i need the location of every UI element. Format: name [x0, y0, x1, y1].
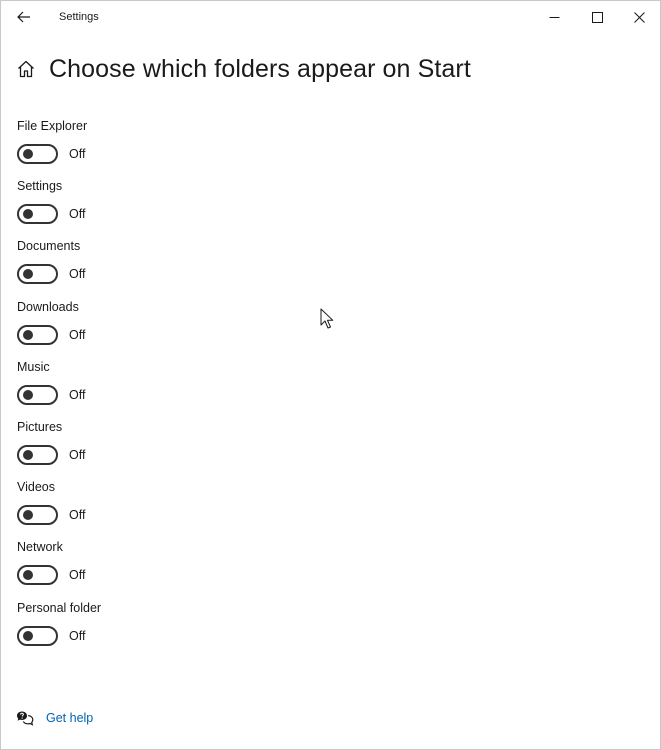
pictures-toggle[interactable]	[17, 444, 58, 465]
toggle-knob	[23, 570, 33, 581]
arrow-left-icon	[17, 11, 30, 23]
window-title: Settings	[59, 11, 99, 23]
get-help-link[interactable]: Get help	[46, 711, 93, 725]
close-icon	[633, 11, 645, 23]
setting-label: Documents	[17, 239, 81, 254]
toggle-knob	[23, 449, 33, 460]
toggle-knob	[23, 329, 33, 340]
file-explorer-toggle[interactable]	[17, 144, 58, 164]
settings-toggle[interactable]	[17, 204, 58, 225]
toggle-state: Off	[69, 387, 86, 402]
music-toggle[interactable]	[17, 384, 58, 405]
toggle-row: Off	[17, 505, 86, 526]
setting-label: File Explorer	[17, 119, 88, 133]
setting-label: Music	[17, 359, 50, 374]
toggle-row: Off	[17, 565, 86, 586]
setting-label: Settings	[17, 179, 63, 194]
page-title: Choose which folders appear on Start	[49, 54, 471, 83]
home-button[interactable]	[15, 58, 37, 80]
toggle-row: Off	[17, 324, 86, 345]
toggle-state: Off	[69, 327, 86, 342]
home-icon	[18, 60, 34, 78]
toggle-state: Off	[69, 628, 86, 643]
downloads-toggle[interactable]	[17, 324, 58, 345]
toggle-row: Off	[17, 444, 86, 465]
settings-window: Settings Choose which folders appear on …	[0, 0, 661, 750]
toggle-knob	[23, 149, 33, 159]
close-button[interactable]	[616, 1, 660, 33]
setting-label: Personal folder	[17, 600, 102, 615]
mouse-cursor-icon	[320, 308, 334, 329]
toggle-knob	[23, 389, 33, 400]
toggle-state: Off	[69, 568, 86, 583]
videos-toggle[interactable]	[17, 505, 58, 526]
toggle-knob	[23, 209, 33, 220]
setting-label: Downloads	[17, 299, 79, 314]
toggle-knob	[23, 510, 33, 521]
get-help: Get help	[15, 708, 93, 728]
help-chat-icon	[15, 708, 35, 728]
toggle-state: Off	[69, 267, 86, 282]
toggle-state: Off	[69, 508, 86, 523]
toggle-knob	[23, 269, 33, 280]
page-header: Choose which folders appear on Start	[15, 51, 471, 87]
toggle-state: Off	[69, 447, 86, 462]
toggle-row: Off	[17, 204, 86, 225]
setting-label: Network	[17, 540, 63, 555]
personal-folder-toggle[interactable]	[17, 625, 58, 646]
toggle-row: Off	[17, 625, 86, 646]
maximize-icon	[591, 11, 603, 23]
setting-label: Videos	[17, 480, 55, 495]
back-button[interactable]	[9, 3, 39, 31]
minimize-icon	[549, 16, 559, 18]
toggle-state: Off	[69, 207, 86, 222]
toggle-row: Off	[17, 144, 85, 164]
toggle-state: Off	[69, 147, 86, 161]
toggle-row: Off	[17, 264, 86, 285]
minimize-button[interactable]	[531, 1, 577, 33]
maximize-button[interactable]	[574, 1, 620, 33]
network-toggle[interactable]	[17, 565, 58, 586]
documents-toggle[interactable]	[17, 264, 58, 285]
toggle-knob	[23, 630, 33, 641]
toggle-row: Off	[17, 384, 86, 405]
title-bar: Settings	[1, 1, 660, 33]
setting-label: Pictures	[17, 419, 63, 434]
